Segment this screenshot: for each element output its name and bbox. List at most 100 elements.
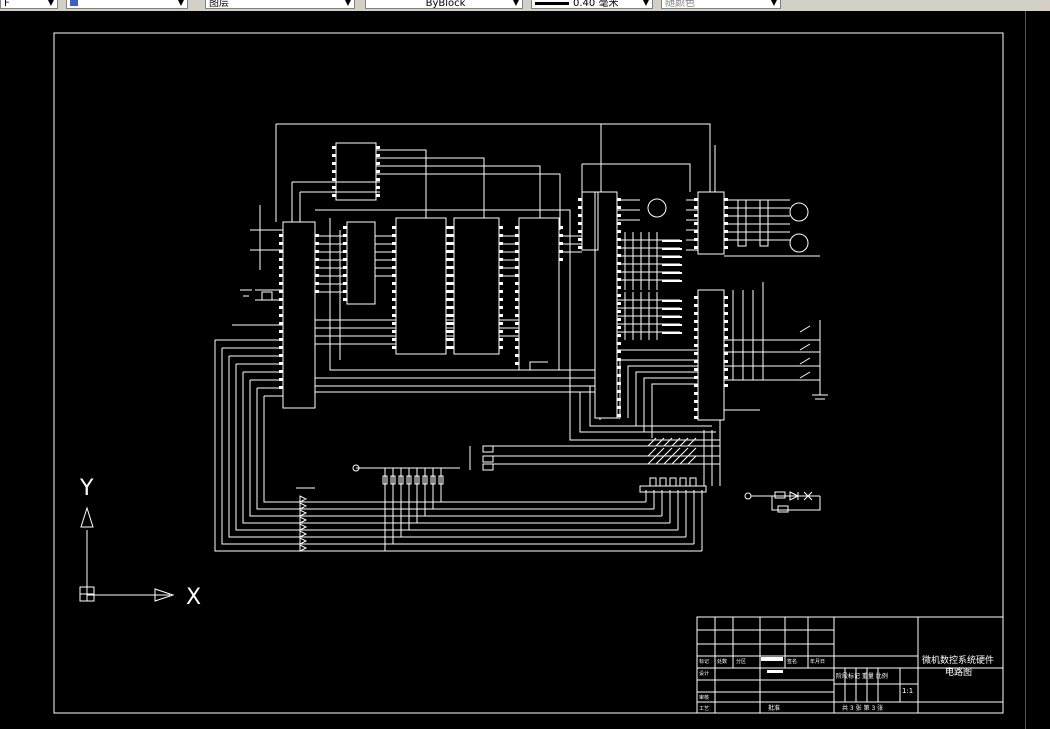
- ucs-icon: [79, 506, 175, 602]
- lineweight-dropdown[interactable]: 0.40 毫米 ▼: [531, 0, 653, 9]
- pin-mark: [279, 362, 283, 365]
- ram-chip-2: [453, 217, 500, 355]
- pin-mark: [392, 290, 396, 293]
- pin-mark: [578, 238, 582, 241]
- pin-mark: [724, 368, 728, 371]
- pin-mark: [662, 300, 682, 302]
- pin-mark: [578, 214, 582, 217]
- pin-mark: [578, 206, 582, 209]
- pin-mark: [617, 246, 621, 249]
- pin-mark: [446, 266, 450, 269]
- chevron-down-icon: ▼: [642, 0, 650, 7]
- pin-mark: [343, 266, 347, 269]
- diode-column: [296, 487, 315, 552]
- stepper-driver: [714, 145, 820, 257]
- pin-mark: [515, 290, 519, 293]
- pin-mark: [694, 206, 698, 209]
- pin-mark: [279, 234, 283, 237]
- pin-mark: [499, 282, 503, 285]
- pin-mark: [315, 258, 319, 261]
- pin-mark: [450, 322, 454, 325]
- pin-mark: [499, 322, 503, 325]
- vertical-scrollbar[interactable]: [1025, 11, 1050, 729]
- pin-mark: [515, 234, 519, 237]
- pin-mark: [515, 282, 519, 285]
- scale-value: 1:1: [902, 687, 913, 695]
- pin-mark: [694, 336, 698, 339]
- limit-switches: [724, 282, 828, 400]
- pin-mark: [724, 296, 728, 299]
- rev-header-mark: 标记: [699, 658, 709, 665]
- pin-mark: [279, 314, 283, 317]
- pin-mark: [499, 250, 503, 253]
- pin-mark: [515, 362, 519, 365]
- pin-mark: [343, 290, 347, 293]
- pin-mark: [499, 330, 503, 333]
- layer-dropdown[interactable]: F ▼: [0, 0, 58, 9]
- pin-mark: [450, 290, 454, 293]
- pin-mark: [515, 274, 519, 277]
- color-swatch-icon: [70, 0, 78, 6]
- pin-mark: [515, 314, 519, 317]
- pin-mark: [279, 290, 283, 293]
- pin-mark: [515, 226, 519, 229]
- layer-value: F: [4, 0, 10, 9]
- pin-mark: [617, 230, 621, 233]
- pin-mark: [446, 234, 450, 237]
- color-dropdown[interactable]: ▼: [66, 0, 188, 9]
- pin-mark: [279, 322, 283, 325]
- pin-mark: [694, 360, 698, 363]
- drawing-canvas[interactable]: Y X 微机数控系统硬件 电路图 阶段标记 重量 比例 1:1 共 3 张 第 …: [0, 11, 1050, 729]
- pin-mark: [499, 306, 503, 309]
- pin-mark: [662, 316, 682, 318]
- pin-mark: [332, 170, 336, 173]
- pin-mark: [343, 250, 347, 253]
- pin-mark: [617, 358, 621, 361]
- pin-mark: [694, 416, 698, 419]
- pin-mark: [376, 194, 380, 197]
- pin-mark: [515, 330, 519, 333]
- pin-mark: [332, 146, 336, 149]
- linetype-dropdown[interactable]: ByBlock ▼: [365, 0, 523, 9]
- plotstyle-dropdown[interactable]: 随颜色 ▼: [661, 0, 781, 9]
- pin-mark: [279, 250, 283, 253]
- pin-mark: [499, 226, 503, 229]
- power-indicator-circuit: [744, 491, 821, 513]
- pin-mark: [515, 258, 519, 261]
- ram-chip-1: [395, 217, 447, 355]
- pin-mark: [694, 304, 698, 307]
- linetype-group-dropdown[interactable]: 图层 ▼: [205, 0, 355, 9]
- pin-mark: [446, 322, 450, 325]
- pin-mark: [499, 234, 503, 237]
- pin-mark: [617, 414, 621, 417]
- pin-mark: [694, 392, 698, 395]
- pin-mark: [724, 336, 728, 339]
- pin-mark: [694, 198, 698, 201]
- pin-mark: [499, 338, 503, 341]
- pin-mark: [499, 258, 503, 261]
- pin-mark: [343, 274, 347, 277]
- pin-mark: [376, 170, 380, 173]
- pin-mark: [617, 238, 621, 241]
- pin-mark: [617, 198, 621, 201]
- pin-mark: [332, 162, 336, 165]
- sheet-info: 共 3 张 第 3 张: [842, 704, 883, 712]
- pin-mark: [694, 352, 698, 355]
- pin-mark: [315, 274, 319, 277]
- pin-mark: [662, 324, 682, 326]
- pin-mark: [279, 274, 283, 277]
- pin-mark: [343, 298, 347, 301]
- lineweight-sample-icon: [535, 1, 569, 5]
- pin-mark: [332, 194, 336, 197]
- pin-mark: [392, 250, 396, 253]
- pin-mark: [617, 406, 621, 409]
- chevron-down-icon: ▼: [47, 0, 55, 7]
- pin-mark: [450, 266, 454, 269]
- pin-mark: [279, 282, 283, 285]
- pin-mark: [279, 306, 283, 309]
- pin-mark: [446, 330, 450, 333]
- pin-mark: [392, 234, 396, 237]
- pin-mark: [724, 206, 728, 209]
- pin-mark: [446, 226, 450, 229]
- rev-header-sign: 签名: [787, 658, 797, 665]
